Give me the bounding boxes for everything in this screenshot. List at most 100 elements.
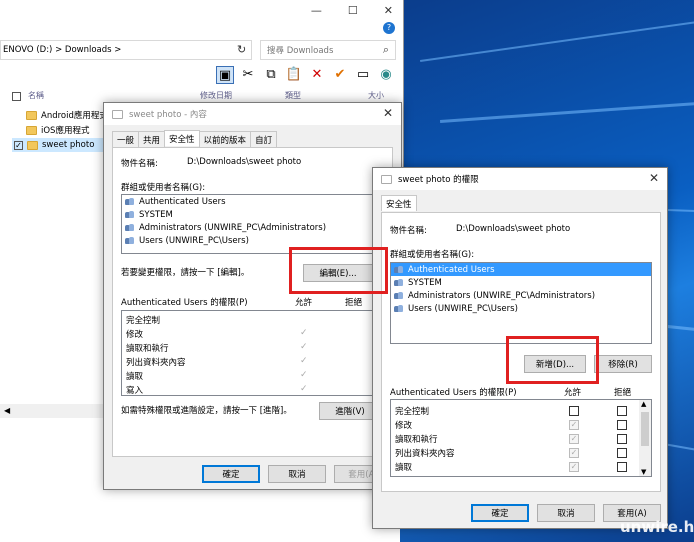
list-item[interactable]: SYSTEM <box>122 208 382 221</box>
dialog-title: sweet photo - 內容 <box>129 110 207 120</box>
file-row[interactable]: Android應用程式 <box>14 108 108 122</box>
list-item[interactable]: Authenticated Users <box>122 195 382 208</box>
user-name: Authenticated Users <box>408 264 495 275</box>
copy-icon[interactable]: ⧉ <box>262 66 280 84</box>
tab-security[interactable]: 安全性 <box>381 195 417 211</box>
maximize-icon[interactable]: ☐ <box>348 4 358 17</box>
allow-checkbox[interactable]: ✓ <box>569 448 579 458</box>
user-name: Authenticated Users <box>139 196 226 207</box>
cut-icon[interactable]: ✂ <box>239 66 257 84</box>
permissions-label: Authenticated Users 的權限(P) <box>121 298 248 308</box>
users-icon <box>125 223 135 232</box>
file-name: sweet photo <box>42 140 95 150</box>
allow-header: 允許 <box>295 298 313 308</box>
tab-previous-versions[interactable]: 以前的版本 <box>198 131 252 147</box>
user-list[interactable]: Authenticated Users SYSTEM Administrator… <box>390 262 652 344</box>
remove-button[interactable]: 移除(R) <box>594 355 652 373</box>
scrollbar-thumb[interactable] <box>641 412 649 446</box>
check-icon: ✓ <box>300 328 308 338</box>
folder-icon <box>26 125 37 135</box>
cancel-button[interactable]: 取消 <box>537 504 595 522</box>
column-name[interactable]: 名稱 <box>28 90 44 101</box>
user-list[interactable]: Authenticated Users SYSTEM Administrator… <box>121 194 383 254</box>
search-icon: ⌕ <box>382 43 389 56</box>
user-name: SYSTEM <box>408 277 442 288</box>
close-icon[interactable]: ✕ <box>384 4 393 17</box>
layout-icon[interactable]: ▣ <box>216 66 234 84</box>
list-item[interactable]: SYSTEM <box>391 276 651 289</box>
tab-security[interactable]: 安全性 <box>164 130 200 146</box>
allow-header: 允許 <box>564 388 582 398</box>
deny-checkbox[interactable] <box>617 434 627 444</box>
permission-read-execute: 讀取和執行 <box>126 344 169 354</box>
allow-checkbox[interactable]: ✓ <box>569 420 579 430</box>
user-name: Administrators (UNWIRE_PC\Administrators… <box>408 290 596 301</box>
object-name-value: D:\Downloads\sweet photo <box>187 157 302 167</box>
deny-checkbox[interactable] <box>617 420 627 430</box>
rename-icon[interactable]: ▭ <box>354 66 372 84</box>
ok-button[interactable]: 確定 <box>471 504 529 522</box>
globe-icon[interactable]: ◉ <box>377 66 395 84</box>
file-row-selected[interactable]: ✓ sweet photo <box>12 138 104 152</box>
minimize-icon[interactable]: — <box>311 4 322 17</box>
close-icon[interactable]: ✕ <box>649 171 659 185</box>
highlight-box-add <box>506 336 599 384</box>
scroll-up-icon[interactable]: ▲ <box>641 400 646 408</box>
highlight-box-edit <box>289 247 388 294</box>
tab-general[interactable]: 一般 <box>112 131 140 147</box>
delete-icon[interactable]: ✕ <box>308 66 326 84</box>
search-placeholder: 搜尋 Downloads <box>267 46 334 56</box>
horizontal-scrollbar[interactable]: ◀ <box>0 404 110 418</box>
security-panel: 物件名稱: D:\Downloads\sweet photo 群組或使用者名稱(… <box>112 147 393 457</box>
deny-checkbox[interactable] <box>617 448 627 458</box>
check-icon: ✓ <box>300 356 308 366</box>
toolbar: ▣ ✂ ⧉ 📋 ✕ ✔ ▭ ◉ <box>216 66 395 84</box>
group-label: 群組或使用者名稱(G): <box>121 183 206 193</box>
file-name: iOS應用程式 <box>41 126 90 136</box>
help-icon[interactable]: ? <box>383 22 395 34</box>
tab-sharing[interactable]: 共用 <box>138 131 166 147</box>
scroll-left-icon[interactable]: ◀ <box>4 406 10 415</box>
allow-checkbox[interactable] <box>569 406 579 416</box>
address-path: ENOVO (D:) > Downloads > <box>3 45 122 55</box>
allow-checkbox[interactable]: ✓ <box>569 434 579 444</box>
cancel-button[interactable]: 取消 <box>268 465 326 483</box>
user-name: Administrators (UNWIRE_PC\Administrators… <box>139 222 327 233</box>
ok-button[interactable]: 確定 <box>202 465 260 483</box>
column-modified[interactable]: 修改日期 <box>200 90 232 101</box>
users-icon <box>125 210 135 219</box>
search-input[interactable]: 搜尋 Downloads ⌕ <box>260 40 396 60</box>
vertical-scrollbar[interactable]: ▲ ▼ <box>639 400 651 476</box>
address-bar[interactable]: ENOVO (D:) > Downloads > <box>0 40 252 60</box>
deny-checkbox[interactable] <box>617 462 627 472</box>
tab-customize[interactable]: 自訂 <box>250 131 278 147</box>
list-item[interactable]: Users (UNWIRE_PC\Users) <box>391 302 651 315</box>
file-row[interactable]: iOS應用程式 <box>14 123 89 137</box>
allow-checkbox[interactable]: ✓ <box>569 462 579 472</box>
close-icon[interactable]: ✕ <box>383 106 393 120</box>
list-item[interactable]: Administrators (UNWIRE_PC\Administrators… <box>391 289 651 302</box>
object-name-value: D:\Downloads\sweet photo <box>456 224 571 234</box>
permission-modify: 修改 <box>126 330 144 340</box>
deny-checkbox[interactable] <box>617 406 627 416</box>
column-size[interactable]: 大小 <box>368 90 384 101</box>
list-item-selected[interactable]: Authenticated Users <box>391 263 651 276</box>
list-item[interactable]: Administrators (UNWIRE_PC\Administrators… <box>122 221 382 234</box>
column-type[interactable]: 類型 <box>285 90 301 101</box>
paste-icon[interactable]: 📋 <box>285 66 303 84</box>
user-name: SYSTEM <box>139 209 173 220</box>
user-name: Users (UNWIRE_PC\Users) <box>408 303 518 314</box>
permission-read: 讀取 <box>126 372 144 382</box>
scroll-down-icon[interactable]: ▼ <box>641 468 646 476</box>
permission-list-folder: 列出資料夾內容 <box>126 358 186 368</box>
properties-dialog: sweet photo - 內容 ✕ 一般 共用 安全性 以前的版本 自訂 物件… <box>103 102 402 490</box>
refresh-icon[interactable]: ↻ <box>237 43 246 56</box>
permission-write: 寫入 <box>126 386 144 396</box>
list-item[interactable]: Users (UNWIRE_PC\Users) <box>122 234 382 247</box>
folder-icon <box>26 110 37 120</box>
file-icon <box>381 174 392 184</box>
check-icon[interactable]: ✔ <box>331 66 349 84</box>
users-icon <box>125 197 135 206</box>
check-icon: ✓ <box>300 384 308 394</box>
row-checkbox[interactable]: ✓ <box>14 140 23 150</box>
